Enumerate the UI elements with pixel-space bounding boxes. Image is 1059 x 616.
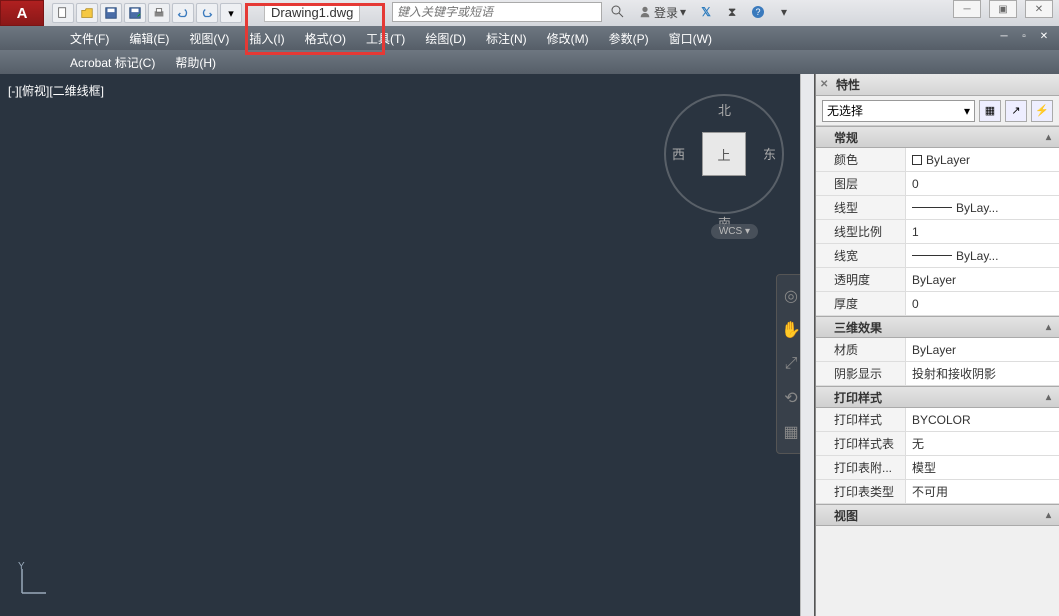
- label-shadow: 阴影显示: [816, 362, 906, 385]
- help-dropdown-icon[interactable]: ▾: [774, 2, 794, 22]
- new-file-icon[interactable]: [52, 3, 74, 23]
- undo-icon[interactable]: [172, 3, 194, 23]
- label-plot-attach: 打印表附...: [816, 456, 906, 479]
- search-icon[interactable]: [608, 2, 628, 22]
- label-material: 材质: [816, 338, 906, 361]
- wcs-badge[interactable]: WCS ▾: [711, 224, 758, 239]
- window-controls: ─ ▣ ✕: [953, 0, 1053, 18]
- value-ltscale[interactable]: 1: [906, 220, 1059, 243]
- menu-bar: 文件(F) 编辑(E) 视图(V) 插入(I) 格式(O) 工具(T) 绘图(D…: [0, 26, 1059, 50]
- selection-value: 无选择: [827, 102, 863, 119]
- section-view[interactable]: 视图: [816, 504, 1059, 526]
- linetype-sample-icon: [912, 207, 952, 208]
- value-layer[interactable]: 0: [906, 172, 1059, 195]
- value-thickness[interactable]: 0: [906, 292, 1059, 315]
- svg-text:?: ?: [756, 7, 761, 17]
- selection-row: 无选择▾ ▦ ↗ ⚡: [816, 96, 1059, 126]
- save-as-icon[interactable]: [124, 3, 146, 23]
- properties-panel: 特性 无选择▾ ▦ ↗ ⚡ 常规 颜色ByLayer 图层0 线型ByLay..…: [815, 74, 1059, 616]
- value-lineweight[interactable]: ByLay...: [906, 244, 1059, 267]
- bulb-icon[interactable]: ⧗: [722, 2, 742, 22]
- value-transparency[interactable]: ByLayer: [906, 268, 1059, 291]
- value-plot-table[interactable]: 无: [906, 432, 1059, 455]
- document-title: Drawing1.dwg: [264, 3, 360, 22]
- lineweight-sample-icon: [912, 255, 952, 256]
- title-bar: A ▾ Drawing1.dwg 登录▾ 𝕏 ⧗ ? ▾ ─ ▣ ✕: [0, 0, 1059, 26]
- label-color: 颜色: [816, 148, 906, 171]
- label-plot-type: 打印表类型: [816, 480, 906, 503]
- close-button[interactable]: ✕: [1025, 0, 1053, 18]
- value-plot-attach[interactable]: 模型: [906, 456, 1059, 479]
- value-plot-style[interactable]: BYCOLOR: [906, 408, 1059, 431]
- quick-access-toolbar: ▾: [48, 1, 246, 25]
- redo-icon[interactable]: [196, 3, 218, 23]
- menu-insert[interactable]: 插入(I): [239, 27, 294, 50]
- wcs-label: WCS: [719, 226, 742, 237]
- label-thickness: 厚度: [816, 292, 906, 315]
- view-cube[interactable]: 北 南 东 西 上: [664, 94, 784, 214]
- drawing-canvas[interactable]: [-][俯视][二维线框] 北 南 东 西 上 WCS ▾ ◎ ✋ ⤢ ⟲ ▦ …: [0, 74, 815, 616]
- app-logo[interactable]: A: [0, 0, 44, 26]
- exchange-icon[interactable]: 𝕏: [696, 2, 716, 22]
- value-linetype[interactable]: ByLay...: [906, 196, 1059, 219]
- ucs-icon[interactable]: Y: [14, 561, 54, 606]
- panel-title[interactable]: 特性: [816, 74, 1059, 96]
- label-lineweight: 线宽: [816, 244, 906, 267]
- menu-format[interactable]: 格式(O): [295, 27, 356, 50]
- save-icon[interactable]: [100, 3, 122, 23]
- svg-text:Y: Y: [18, 561, 25, 572]
- value-shadow[interactable]: 投射和接收阴影: [906, 362, 1059, 385]
- qat-dropdown-icon[interactable]: ▾: [220, 3, 242, 23]
- login-button[interactable]: 登录▾: [634, 4, 690, 21]
- login-label: 登录: [654, 4, 678, 21]
- doc-restore-button[interactable]: ▫: [1015, 28, 1033, 44]
- menu-draw[interactable]: 绘图(D): [415, 27, 476, 50]
- search-input[interactable]: [392, 2, 602, 22]
- doc-close-button[interactable]: ✕: [1035, 28, 1053, 44]
- label-transparency: 透明度: [816, 268, 906, 291]
- menu-modify[interactable]: 修改(M): [537, 27, 599, 50]
- open-file-icon[interactable]: [76, 3, 98, 23]
- viewcube-top-face[interactable]: 上: [702, 132, 746, 176]
- value-plot-type[interactable]: 不可用: [906, 480, 1059, 503]
- print-icon[interactable]: [148, 3, 170, 23]
- restore-button[interactable]: ▣: [989, 0, 1017, 18]
- main-area: [-][俯视][二维线框] 北 南 东 西 上 WCS ▾ ◎ ✋ ⤢ ⟲ ▦ …: [0, 74, 1059, 616]
- minimize-button[interactable]: ─: [953, 0, 981, 18]
- menu-view[interactable]: 视图(V): [179, 27, 239, 50]
- selection-dropdown[interactable]: 无选择▾: [822, 100, 975, 122]
- doc-minimize-button[interactable]: ─: [995, 28, 1013, 44]
- menu-help[interactable]: 帮助(H): [165, 51, 226, 74]
- compass-west[interactable]: 西: [672, 144, 685, 163]
- section-plot[interactable]: 打印样式: [816, 386, 1059, 408]
- help-icon[interactable]: ?: [748, 2, 768, 22]
- color-swatch-icon: [912, 155, 922, 165]
- label-linetype: 线型: [816, 196, 906, 219]
- compass-east[interactable]: 东: [763, 144, 776, 163]
- section-general[interactable]: 常规: [816, 126, 1059, 148]
- vertical-scrollbar[interactable]: [800, 74, 814, 616]
- section-3d[interactable]: 三维效果: [816, 316, 1059, 338]
- label-ltscale: 线型比例: [816, 220, 906, 243]
- quick-select-icon[interactable]: ⚡: [1031, 100, 1053, 122]
- menu-tools[interactable]: 工具(T): [356, 27, 415, 50]
- select-objects-icon[interactable]: ↗: [1005, 100, 1027, 122]
- menu-window[interactable]: 窗口(W): [659, 27, 722, 50]
- menu-file[interactable]: 文件(F): [60, 27, 119, 50]
- pickadd-icon[interactable]: ▦: [979, 100, 1001, 122]
- value-color[interactable]: ByLayer: [906, 148, 1059, 171]
- label-layer: 图层: [816, 172, 906, 195]
- viewport-label[interactable]: [-][俯视][二维线框]: [8, 82, 104, 99]
- label-plot-table: 打印样式表: [816, 432, 906, 455]
- menu-dimension[interactable]: 标注(N): [476, 27, 537, 50]
- compass-north[interactable]: 北: [718, 100, 731, 119]
- menu-param[interactable]: 参数(P): [599, 27, 659, 50]
- menu-acrobat[interactable]: Acrobat 标记(C): [60, 51, 165, 74]
- menu-bar-row2: Acrobat 标记(C) 帮助(H): [0, 50, 1059, 74]
- menu-edit[interactable]: 编辑(E): [119, 27, 179, 50]
- value-material[interactable]: ByLayer: [906, 338, 1059, 361]
- label-plot-style: 打印样式: [816, 408, 906, 431]
